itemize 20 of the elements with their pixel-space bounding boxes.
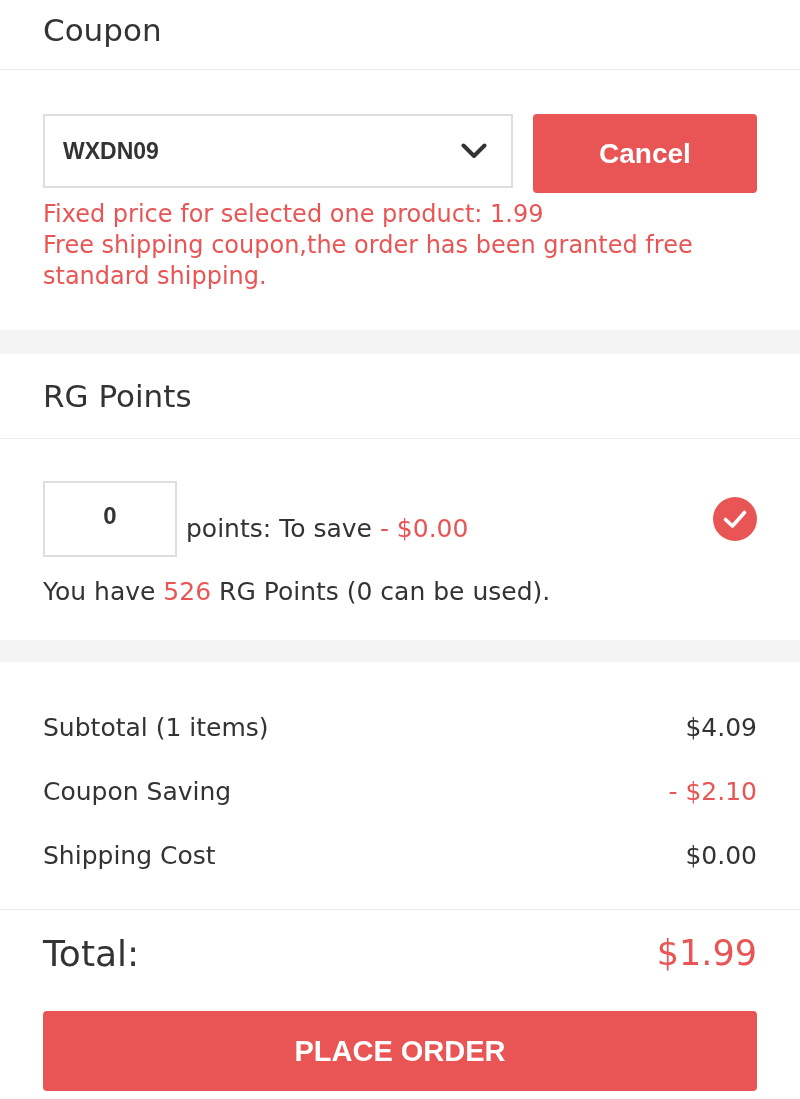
chevron-down-icon (461, 143, 487, 159)
place-order-button[interactable]: PLACE ORDER (43, 1011, 757, 1091)
total-label: Total: (43, 932, 140, 974)
coupon-message: Fixed price for selected one product: 1.99 (43, 199, 545, 230)
summary-value: - $2.10 (668, 776, 757, 806)
cancel-button[interactable]: Cancel (533, 114, 757, 193)
checkbox-icon[interactable] (713, 497, 757, 541)
summary-label: Shipping Cost (43, 840, 216, 870)
summary-label: Subtotal (1 items) (43, 712, 269, 742)
points-save-text: points: To save - $0.00 (186, 513, 469, 545)
summary-value: $0.00 (685, 840, 757, 870)
section-title: Coupon (43, 11, 162, 48)
summary-label: Coupon Saving (43, 776, 232, 806)
coupon-select[interactable]: WXDN09 (43, 114, 513, 188)
section-title: RG Points (43, 378, 192, 414)
points-balance-text: You have 526 RG Points (0 can be used). (43, 576, 552, 608)
coupon-message: Free shipping coupon,the order has been granted free standard shipping. (43, 230, 694, 292)
summary-value: $4.09 (685, 712, 757, 742)
points-input[interactable]: 0 (43, 481, 177, 557)
total-value: $1.99 (656, 933, 757, 973)
